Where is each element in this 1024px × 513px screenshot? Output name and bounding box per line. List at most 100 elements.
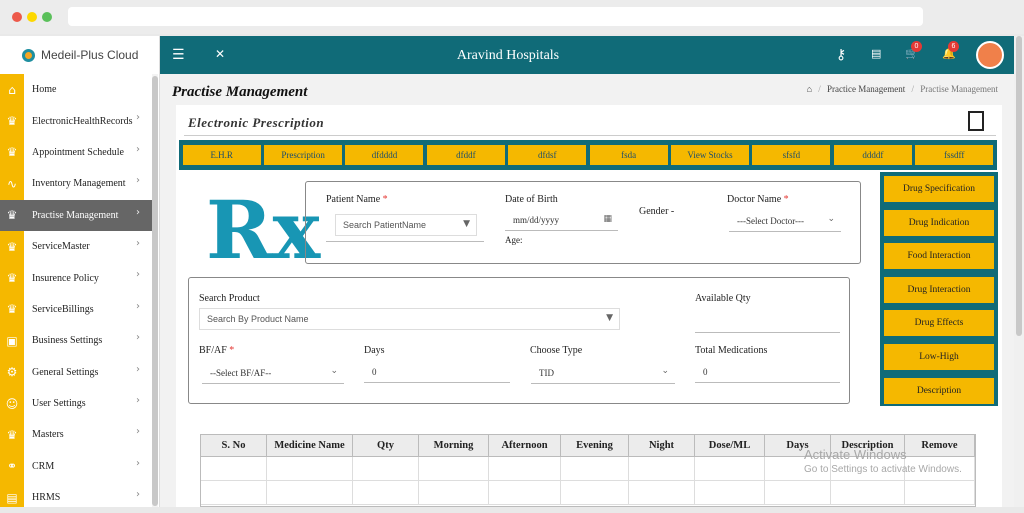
breadcrumb-current: Practise Management [920,84,998,94]
table-header-cell[interactable]: Medicine Name [267,435,353,456]
sidebar-item[interactable]: ♛ Masters › [0,419,152,450]
table-cell [201,481,267,504]
tab[interactable]: dfdddd [345,145,424,165]
browser-chrome [0,0,1024,34]
cart-badge: 0 [911,41,922,52]
drug-info-button[interactable]: Description [884,377,994,404]
drug-info-button[interactable]: Drug Indication [884,209,994,236]
tab[interactable]: dfddf [426,145,505,165]
chevron-down-icon: ⌄ [330,366,338,376]
sidebar-item[interactable]: ⚭ CRM › [0,451,152,482]
drug-info-button[interactable]: Low-High [884,344,994,370]
table-header-cell[interactable]: S. No [201,435,267,456]
receipt-icon[interactable] [968,111,984,131]
table-cell [695,457,765,480]
total-medications-label: Total Medications [695,345,768,356]
table-row [201,481,975,505]
drug-info-button[interactable]: Food Interaction [884,243,994,270]
drug-info-button[interactable]: Drug Interaction [884,276,994,303]
sidebar-item-icon: ♛ [6,239,18,254]
product-search-input[interactable]: Search By Product Name ▼ [199,308,620,330]
brand[interactable]: Medeil-Plus Cloud [0,36,160,74]
table-header-cell[interactable]: Afternoon [489,435,561,456]
key-icon[interactable]: ⚷ [836,47,846,63]
file-icon[interactable]: ▤ [871,47,881,60]
sidebar-item[interactable]: ⌂ Home [0,74,152,105]
tab[interactable]: Prescription [264,145,343,165]
table-header-cell[interactable]: Evening [561,435,629,456]
dob-input[interactable]: mm/dd/yyyy ▦ [505,209,618,231]
breadcrumb-item[interactable]: Practice Management [827,84,905,94]
table-header-cell[interactable]: Morning [419,435,489,456]
sidebar-item-label: ServiceBillings [32,303,94,315]
sidebar-item-icon: ♛ [6,271,18,286]
sidebar-item[interactable]: ☺ User Settings › [0,388,152,419]
sidebar-item[interactable]: ▣ Business Settings › [0,325,152,356]
sidebar-item[interactable]: ♛ Appointment Schedule › [0,137,152,168]
table-cell [419,481,489,504]
tab[interactable]: ddddf [833,145,912,165]
sidebar-item[interactable]: ♛ ServiceMaster › [0,231,152,262]
sidebar-item[interactable]: ⚙ General Settings › [0,357,152,388]
sidebar-scroll-thumb[interactable] [152,76,158,506]
chevron-down-icon: ⌄ [827,214,835,224]
patient-search-input[interactable]: Search PatientName ▼ [335,214,477,236]
tab[interactable]: fssdff [915,145,994,165]
minimize-dot[interactable] [27,12,37,22]
total-medications-field[interactable]: 0 [695,361,840,383]
table-header-cell[interactable]: Night [629,435,695,456]
sidebar-item[interactable]: ♛ ServiceBillings › [0,294,152,325]
sidebar-item-icon: ⚙ [6,365,18,380]
sidebar-item-icon: ♛ [6,427,18,442]
available-qty-field[interactable] [695,311,840,333]
search-product-label: Search Product [199,293,260,304]
cart-icon[interactable]: 🛒 0 [905,41,922,60]
sidebar-item[interactable]: ▤ HRMS › [0,482,152,513]
sidebar-item[interactable]: ♛ ElectronicHealthRecords › [0,105,152,136]
sidebar-item[interactable]: ♛ Practise Management › [0,199,152,231]
drug-info-button[interactable]: Drug Specification [884,176,994,202]
sidebar-item-label: General Settings [32,366,99,378]
brand-logo-icon [22,48,35,62]
choose-type-select[interactable]: TID ⌄ [531,362,675,384]
close-dot[interactable] [12,12,22,22]
tab[interactable]: E.H.R [182,145,261,165]
patient-name-label: Patient Name * [326,194,388,205]
tab[interactable]: sfsfd [752,145,831,165]
app: Medeil-Plus Cloud ⌂ Home ♛ ElectronicHealth… [0,36,1024,507]
breadcrumb: ⌂ / Practice Management / Practise Manag… [807,84,998,94]
bfaf-select[interactable]: --Select BF/AF-- ⌄ [202,362,344,384]
bell-icon[interactable]: 🔔 6 [942,41,959,60]
watermark-title: Activate Windows [804,447,907,462]
chevron-right-icon: › [136,332,140,344]
card-title: Electronic Prescription [188,115,325,130]
tab[interactable]: dfdsf [508,145,587,165]
topbar: ☰ ✕ Aravind Hospitals ⚷ ▤ 🛒 0 🔔 6 [160,36,1014,74]
doctor-select[interactable]: ---Select Doctor--- ⌄ [729,210,841,232]
maximize-dot[interactable] [42,12,52,22]
table-header-cell[interactable]: Qty [353,435,419,456]
tab[interactable]: fsda [589,145,668,165]
doctor-name-label: Doctor Name * [727,194,789,205]
table-cell [489,481,561,504]
tab-bar: E.H.R Prescription dfdddd dfddf dfdsf fsda Vie… [179,140,997,170]
caret-down-icon: ▼ [463,219,470,229]
drug-info-button[interactable]: Drug Effects [884,310,994,337]
table-cell [489,457,561,480]
sidebar-item-label: Masters [32,429,64,441]
user-avatar[interactable] [976,41,1004,69]
page-scroll-thumb[interactable] [1016,36,1022,336]
address-bar[interactable] [68,7,923,26]
days-input[interactable]: 0 [364,361,510,383]
tab[interactable]: View Stocks [671,145,750,165]
home-icon[interactable]: ⌂ [807,84,812,94]
browser-window: Medeil-Plus Cloud ⌂ Home ♛ ElectronicHealth… [0,0,1024,507]
chevron-right-icon: › [136,175,140,187]
calendar-icon[interactable]: ▦ [603,214,612,224]
chevron-right-icon: › [136,206,140,218]
page-title: Practise Management [172,84,308,100]
sidebar-item[interactable]: ♛ Insurence Policy › [0,262,152,293]
sidebar-item[interactable]: ∿ Inventory Management › [0,168,152,199]
table-header-cell[interactable]: Dose/ML [695,435,765,456]
table-cell [629,457,695,480]
